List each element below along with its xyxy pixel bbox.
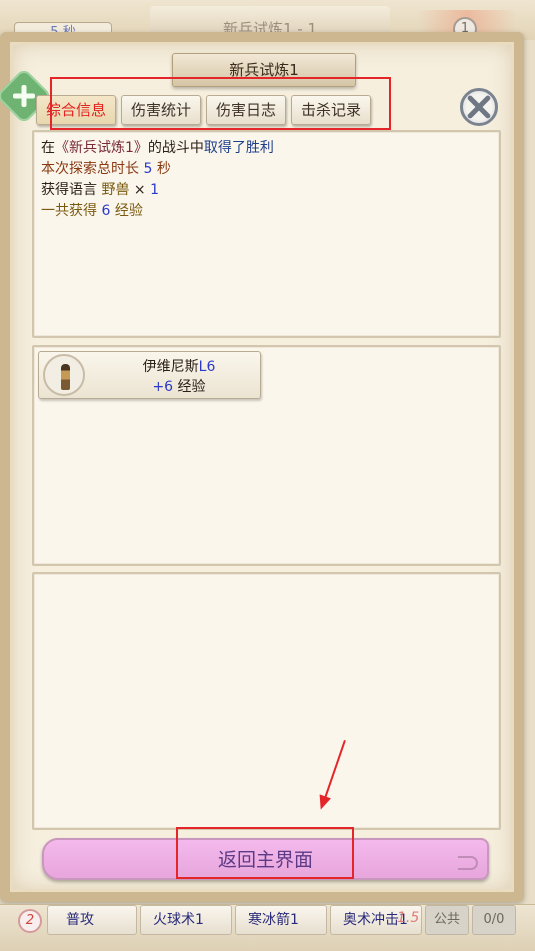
skill-frostbolt[interactable]: 寒冰箭1 (235, 905, 327, 935)
summary-exp-line: 一共获得 6 经验 (41, 203, 143, 219)
close-icon[interactable] (460, 88, 498, 126)
summary-panel: 在《新兵试炼1》的战斗中取得了胜利 本次探索总时长 5 秒 获得语言 野兽 × … (32, 130, 501, 338)
exp-total: 6 (101, 203, 111, 219)
duration-value: 5 (143, 161, 153, 177)
summary-result-line: 在《新兵试炼1》的战斗中取得了胜利 (41, 140, 274, 156)
hero-figure-icon (61, 364, 70, 390)
language-item: 野兽 (101, 182, 130, 198)
public-cooldown-button[interactable]: 公共 (425, 905, 469, 935)
summary-language-line: 获得语言 野兽 × 1 (41, 182, 160, 198)
hero-avatar (43, 354, 85, 396)
swirl-decoration (458, 856, 478, 870)
summary-duration-line: 本次探索总时长 5 秒 (41, 161, 171, 177)
hero-card[interactable]: 伊维尼斯L6 +6 经验 (38, 351, 261, 399)
stage-name: 《新兵试炼1》 (55, 140, 148, 156)
hero-exp-line: +6 经验 (152, 379, 206, 395)
tab-damage-stats[interactable]: 伤害统计 (121, 95, 201, 125)
tab-damage-log[interactable]: 伤害日志 (206, 95, 286, 125)
tab-summary[interactable]: 综合信息 (36, 95, 116, 125)
hero-level: L6 (198, 359, 216, 375)
skill-count-badge: 2 (18, 909, 42, 933)
hero-name-line: 伊维尼斯L6 (142, 359, 216, 375)
return-main-button[interactable]: 返回主界面 (42, 838, 489, 880)
queue-ratio: 0/0 (472, 905, 516, 935)
skill-cooldown: 1.5 (397, 910, 420, 926)
battle-result: 取得了胜利 (203, 140, 274, 156)
language-count: 1 (150, 182, 160, 198)
skill-fireball[interactable]: 火球术1 (140, 905, 232, 935)
dialog-title: 新兵试炼1 (172, 53, 356, 87)
tab-kill-record[interactable]: 击杀记录 (291, 95, 371, 125)
loot-panel (32, 572, 501, 830)
skill-basic-attack[interactable]: 普攻 (47, 905, 137, 935)
